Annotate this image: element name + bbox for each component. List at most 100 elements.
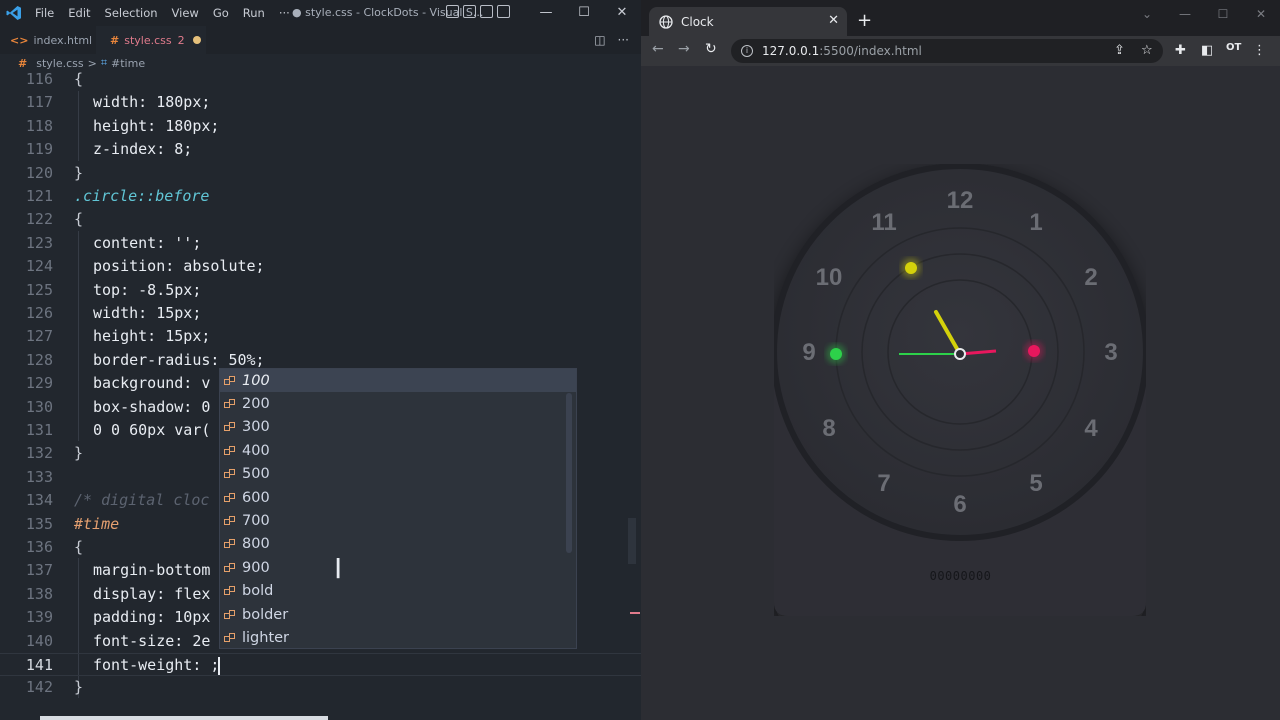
suggestion-item[interactable]: 700 <box>220 509 576 532</box>
clock-number: 1 <box>1029 209 1042 236</box>
clock-number: 12 <box>947 187 974 214</box>
code-line: 127 height: 15px; <box>25 327 211 346</box>
globe-icon <box>659 14 673 29</box>
tab-search-icon[interactable]: ⌄ <box>1128 0 1166 28</box>
code-line: 120} <box>25 163 84 182</box>
more-actions-icon[interactable]: ··· <box>618 33 629 47</box>
url-path: :5500/index.html <box>819 44 922 58</box>
editor-scrollbar[interactable] <box>628 518 636 564</box>
suggestion-item[interactable]: 900 <box>220 556 576 579</box>
enum-member-icon <box>224 399 236 409</box>
browser-tab-clock[interactable]: Clock ✕ <box>649 7 847 36</box>
menu-file[interactable]: File <box>28 6 61 20</box>
menu-go[interactable]: Go <box>206 6 236 20</box>
digital-time: 00000000 <box>929 569 992 583</box>
close-icon[interactable]: ✕ <box>603 0 641 26</box>
clock-number: 11 <box>871 209 896 236</box>
code-line: 119 z-index: 8; <box>25 140 193 159</box>
clock-number: 3 <box>1104 339 1117 366</box>
code-line: 142} <box>25 678 84 697</box>
suggestion-item[interactable]: lighter <box>220 626 576 649</box>
suggestion-item[interactable]: 600 <box>220 486 576 509</box>
suggestion-item[interactable]: 400 <box>220 439 576 462</box>
tab-actions: ◫ ··· <box>594 33 629 47</box>
error-marker <box>630 612 640 614</box>
code-line: 125 top: -8.5px; <box>25 280 202 299</box>
tab-label: index.html <box>33 33 93 47</box>
toggle-secondary-sidebar-icon[interactable] <box>480 5 493 18</box>
unsaved-dot-icon[interactable] <box>192 36 201 44</box>
site-info-icon[interactable]: i <box>741 45 753 57</box>
text-cursor <box>218 657 220 675</box>
enum-member-icon <box>224 469 236 479</box>
browser-tabstrip: Clock ✕ + ⌄ — ☐ ✕ <box>641 0 1280 36</box>
code-line: 126 width: 15px; <box>25 304 202 322</box>
vscode-window-controls: — ☐ ✕ <box>527 0 641 26</box>
browser-window: Clock ✕ + ⌄ — ☐ ✕ ← → ↻ i 127.0.0.1:5500… <box>641 0 1280 720</box>
forward-icon[interactable]: → <box>678 41 690 57</box>
suggestion-item[interactable]: 300 <box>220 416 576 439</box>
clock-widget: 12 1 2 3 4 5 6 7 8 9 10 11 <box>774 164 1146 616</box>
tab-style-css[interactable]: # style.css 2 <box>96 26 206 54</box>
clock-number: 6 <box>953 491 966 518</box>
code-line-current: 141 font-weight: ; <box>0 653 641 677</box>
toggle-panel-icon[interactable] <box>463 5 476 18</box>
menu-selection[interactable]: Selection <box>98 6 165 20</box>
extensions-puzzle-icon[interactable]: ✚ <box>1175 43 1186 58</box>
css-file-icon: # <box>110 33 120 47</box>
address-bar[interactable]: i 127.0.0.1:5500/index.html <box>731 39 1163 63</box>
vscode-titlebar: File Edit Selection View Go Run ··· ● st… <box>0 0 641 26</box>
page-viewport: 12 1 2 3 4 5 6 7 8 9 10 11 00000000 <box>641 66 1280 720</box>
menu-view[interactable]: View <box>165 6 206 20</box>
clock-number: 10 <box>816 264 843 291</box>
suggestion-item[interactable]: 200 <box>220 392 576 415</box>
browser-toolbar: ← → ↻ i 127.0.0.1:5500/index.html ⇪ ☆ ✚ … <box>641 36 1280 66</box>
browser-tab-title: Clock <box>681 14 714 29</box>
clock-number: 2 <box>1084 264 1097 291</box>
toggle-sidebar-icon[interactable] <box>446 5 459 18</box>
suggestion-item[interactable]: bold <box>220 580 576 603</box>
enum-member-icon <box>224 445 236 456</box>
profile-avatar[interactable]: OT <box>1226 42 1241 53</box>
suggest-scrollbar[interactable] <box>566 393 572 553</box>
suggestion-item[interactable]: 500 <box>220 463 576 486</box>
new-tab-icon[interactable]: + <box>857 10 872 31</box>
back-icon[interactable]: ← <box>652 41 664 57</box>
url-host: 127.0.0.1 <box>762 44 820 58</box>
html-file-icon: <> <box>10 33 29 47</box>
menu-edit[interactable]: Edit <box>61 6 97 20</box>
vscode-window: File Edit Selection View Go Run ··· ● st… <box>0 0 641 720</box>
split-editor-icon[interactable]: ◫ <box>594 33 605 47</box>
side-panel-icon[interactable]: ◧ <box>1201 43 1213 58</box>
minimize-icon[interactable]: — <box>527 0 565 26</box>
enum-member-icon <box>224 609 236 620</box>
enum-member-icon <box>224 492 236 503</box>
tab-index-html[interactable]: <> index.html <box>0 26 96 54</box>
problem-count-badge: 2 <box>177 33 185 47</box>
code-line: 121 .circle::before <box>25 187 210 205</box>
suggestion-item[interactable]: 100 <box>220 369 576 393</box>
minute-dot <box>830 348 842 360</box>
share-icon[interactable]: ⇪ <box>1114 43 1125 58</box>
customize-layout-icon[interactable] <box>497 5 510 18</box>
vscode-logo-icon <box>0 0 28 26</box>
bookmark-star-icon[interactable]: ☆ <box>1141 43 1153 58</box>
chrome-menu-icon[interactable]: ⋮ <box>1253 43 1266 58</box>
maximize-icon[interactable]: ☐ <box>565 0 603 26</box>
menu-run[interactable]: Run <box>236 6 272 20</box>
close-icon[interactable]: ✕ <box>1242 0 1280 28</box>
horizontal-scrollbar[interactable] <box>40 716 328 720</box>
suggestion-item[interactable]: bolder <box>220 603 576 626</box>
code-line: 124 position: absolute; <box>25 257 265 276</box>
editor-tabbar: <> index.html # style.css 2 ◫ ··· <box>0 26 641 54</box>
reload-icon[interactable]: ↻ <box>705 41 717 57</box>
enum-member-icon <box>224 633 236 643</box>
enum-member-icon <box>224 539 236 549</box>
close-tab-icon[interactable]: ✕ <box>828 13 839 28</box>
suggestion-item[interactable]: 800 <box>220 533 576 556</box>
second-dot <box>1028 345 1040 357</box>
maximize-icon[interactable]: ☐ <box>1204 0 1242 28</box>
enum-member-icon <box>224 562 236 573</box>
hour-dot <box>905 262 917 274</box>
minimize-icon[interactable]: — <box>1166 0 1204 28</box>
